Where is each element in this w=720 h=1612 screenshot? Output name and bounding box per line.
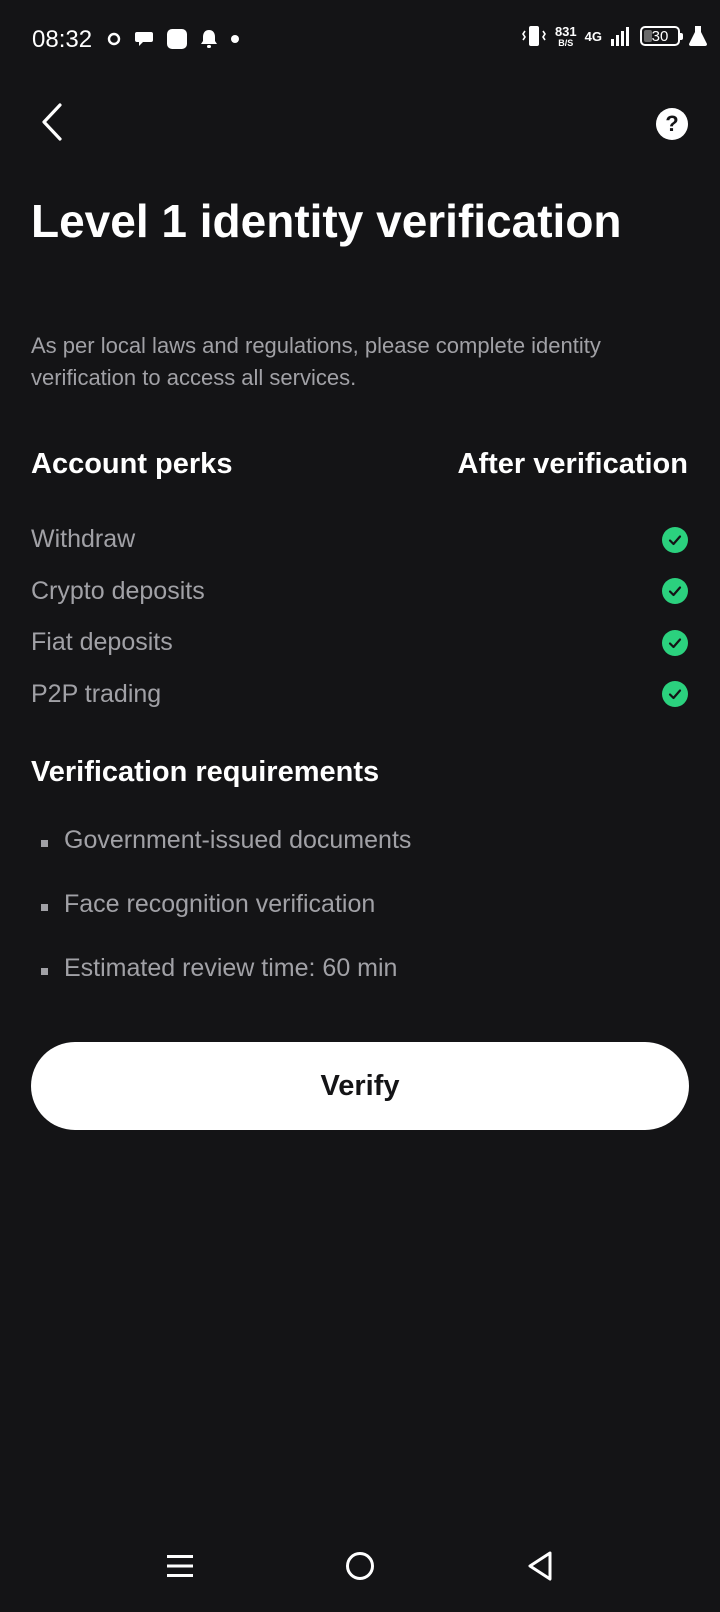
dot-icon: [231, 35, 239, 43]
signal-icon: [611, 27, 629, 46]
check-icon: [662, 629, 688, 656]
bullet-icon: [41, 968, 48, 975]
check-icon: [662, 526, 688, 553]
perk-label: Fiat deposits: [31, 628, 173, 657]
question-mark-icon: ?: [665, 111, 679, 136]
network-type: 4G: [584, 28, 602, 44]
requirement-item: Face recognition verification: [31, 890, 688, 954]
menu-icon: [167, 1555, 193, 1577]
perks-column-left: Account perks: [31, 448, 233, 480]
system-status: 831 B/S 4G 30: [521, 24, 708, 48]
battery-icon: 30: [640, 26, 683, 46]
home-circle-icon: [346, 1552, 374, 1580]
page-title: Level 1 identity verification: [31, 195, 622, 247]
perk-label: P2P trading: [31, 679, 162, 708]
perks-header: Account perks After verification: [31, 448, 688, 481]
sync-icon: [107, 32, 121, 46]
chevron-left-icon: [42, 103, 62, 141]
app-square-icon: [167, 29, 187, 49]
navigation-bar: [0, 1530, 720, 1600]
perk-label: Withdraw: [31, 525, 136, 554]
verify-button[interactable]: Verify: [31, 1042, 689, 1130]
back-triangle-icon: [528, 1551, 552, 1581]
requirements-title: Verification requirements: [31, 756, 380, 788]
network-speed-unit: B/S: [558, 37, 574, 48]
page-subtitle: As per local laws and regulations, pleas…: [31, 333, 601, 390]
perk-label: Crypto deposits: [31, 576, 205, 605]
status-bar: 08:32 831 B/S 4G 30: [0, 0, 720, 80]
network-speed-value: 831: [554, 23, 577, 39]
home-button[interactable]: [332, 1538, 388, 1594]
perks-column-right: After verification: [457, 448, 688, 480]
help-button[interactable]: ?: [656, 108, 688, 140]
perks-list: Withdraw Crypto deposits Fiat deposits P…: [31, 514, 688, 720]
perk-row-withdraw: Withdraw: [31, 514, 688, 566]
back-button[interactable]: [30, 96, 74, 148]
requirement-item: Estimated review time: 60 min: [31, 954, 688, 1018]
bullet-icon: [41, 840, 48, 847]
requirement-text: Estimated review time: 60 min: [64, 954, 398, 982]
chat-bubble-icon: [135, 32, 153, 46]
battery-level: 30: [651, 27, 669, 45]
vibrate-icon: [521, 26, 546, 46]
bell-icon: [201, 30, 217, 48]
system-back-button[interactable]: [512, 1538, 568, 1594]
perk-row-p2p-trading: P2P trading: [31, 669, 688, 721]
flask-icon: [689, 26, 707, 46]
bullet-icon: [41, 904, 48, 911]
requirement-text: Face recognition verification: [64, 890, 376, 918]
recent-apps-button[interactable]: [152, 1538, 208, 1594]
requirements-list: Government-issued documents Face recogni…: [31, 826, 688, 1018]
notification-icons: [106, 28, 240, 50]
check-icon: [662, 681, 688, 708]
perk-row-crypto-deposits: Crypto deposits: [31, 566, 688, 618]
check-icon: [662, 578, 688, 605]
perk-row-fiat-deposits: Fiat deposits: [31, 617, 688, 669]
status-time: 08:32: [32, 26, 93, 53]
requirement-item: Government-issued documents: [31, 826, 688, 890]
requirement-text: Government-issued documents: [64, 826, 412, 854]
network-speed: 831 B/S: [555, 25, 577, 48]
